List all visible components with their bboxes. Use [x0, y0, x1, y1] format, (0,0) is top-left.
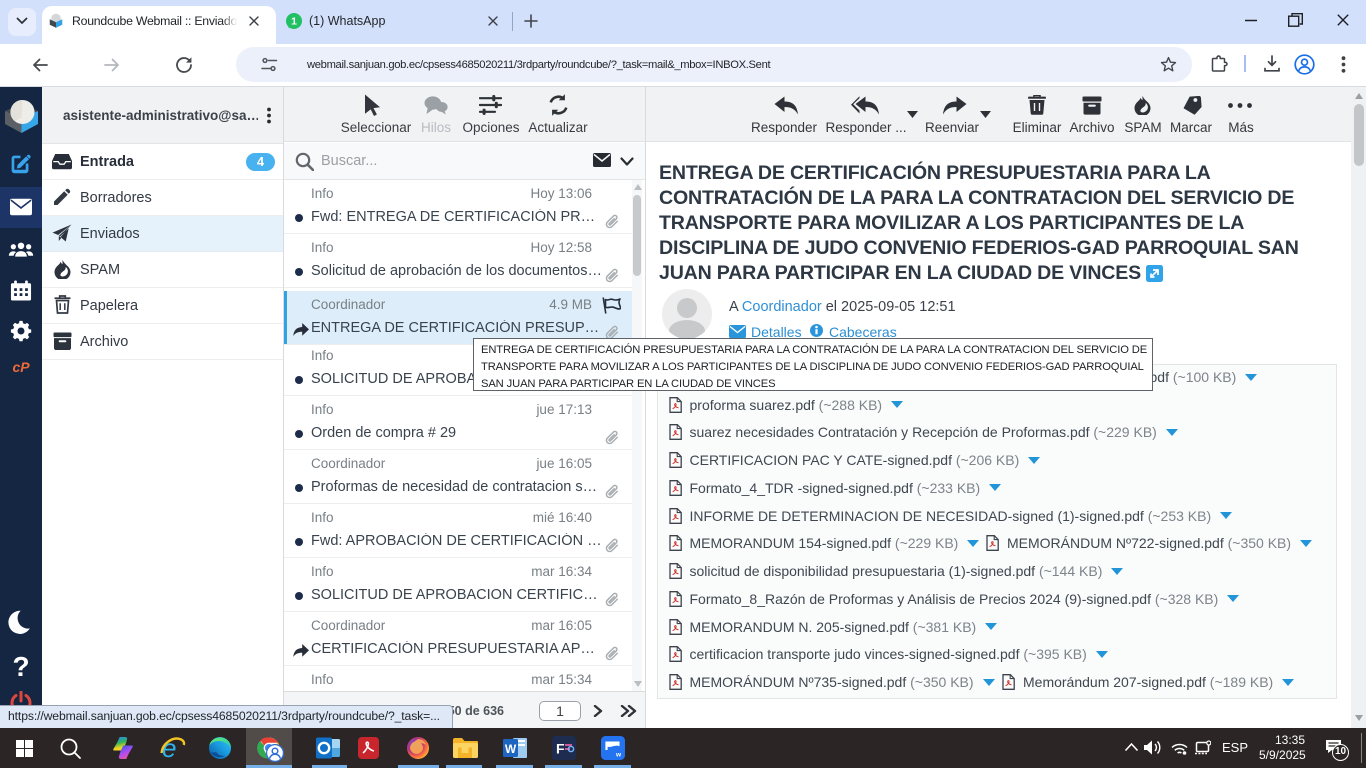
svg-text:W: W: [505, 742, 517, 756]
svg-text:w: w: [615, 752, 622, 759]
svg-text:F: F: [556, 741, 565, 757]
svg-text:1: 1: [291, 16, 297, 28]
